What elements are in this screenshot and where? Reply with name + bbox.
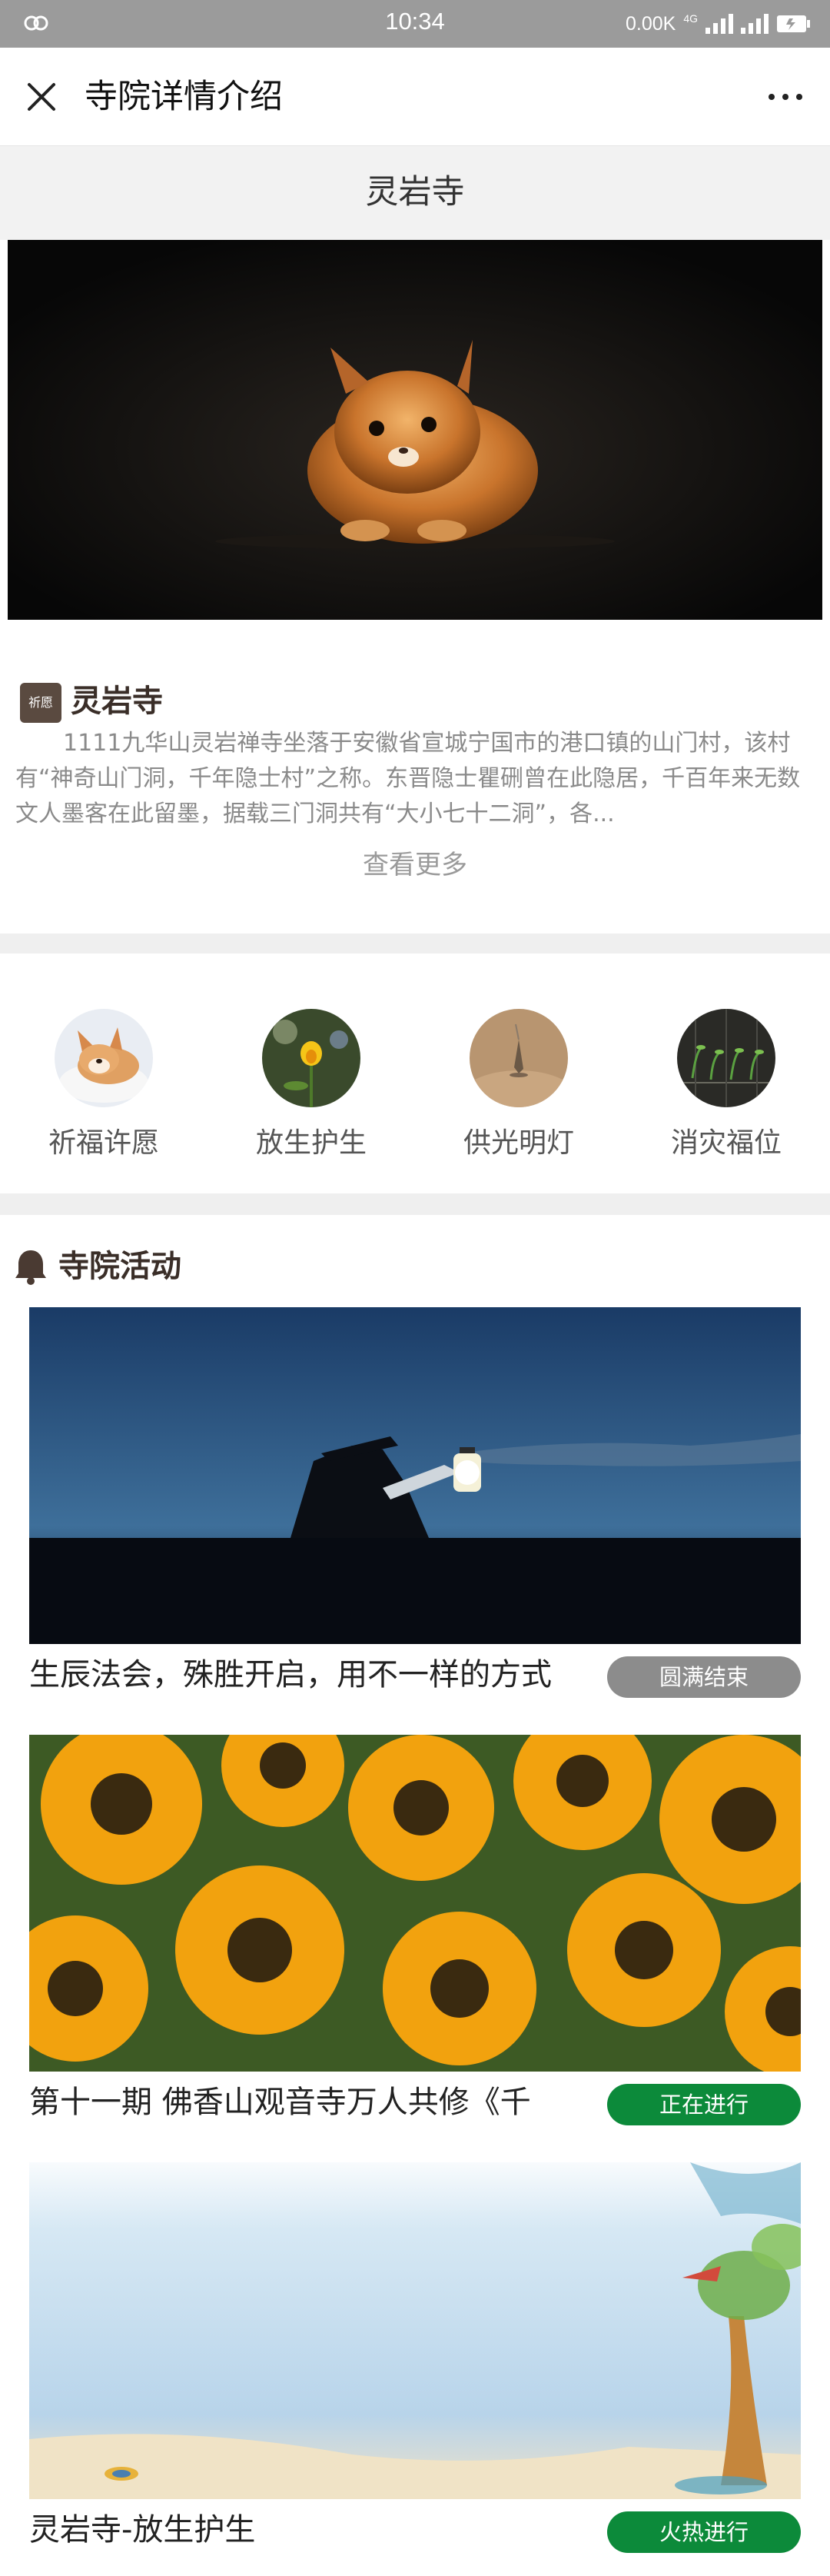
temple-intro: 祈愿 灵岩寺 1111九华山灵岩禅寺坐落于安徽省宣城宁国市的港口镇的山门村，该村… [0, 620, 830, 934]
activity-status-badge: 火热进行 [607, 2511, 801, 2553]
section-divider [0, 934, 830, 955]
network-speed: 0.00K [625, 12, 676, 35]
intro-title: 灵岩寺 [71, 684, 163, 719]
activity-title[interactable]: 第十一期 佛香山观音寺万人共修《千 [29, 2081, 606, 2124]
temple-badge: 祈愿 [20, 683, 61, 723]
feature-label: 祈福许愿 [48, 1127, 159, 1159]
feature-label: 供光明灯 [463, 1127, 574, 1159]
activities-title: 寺院活动 [58, 1249, 181, 1284]
network-type: 4G [683, 12, 698, 25]
feature-release[interactable]: 放生护生 [238, 1009, 384, 1163]
intro-text: 1111九华山灵岩禅寺坐落于安徽省宣城宁国市的港口镇的山门村，该村有“神奇山门洞… [15, 730, 801, 827]
feature-pray[interactable]: 祈福许愿 [31, 1009, 177, 1163]
feature-row: 祈福许愿 放生护生 供光明灯 消灾福位 [0, 954, 830, 1193]
banner-image [8, 240, 822, 620]
signal-icon-2 [741, 14, 769, 34]
view-more-link[interactable]: 查看更多 [0, 847, 830, 883]
bell-icon [15, 1250, 46, 1285]
close-icon[interactable] [20, 75, 63, 118]
lamp-image-icon [470, 1009, 568, 1107]
activity-title[interactable]: 生辰法会，殊胜开启，用不一样的方式 [29, 1653, 606, 1696]
more-icon[interactable] [761, 75, 810, 118]
temple-name: 灵岩寺 [365, 173, 465, 211]
status-right: 0.00K 4G [626, 9, 810, 38]
temple-header: 灵岩寺 [0, 146, 830, 240]
dog-image-icon [55, 1009, 153, 1107]
battery-icon [777, 15, 810, 32]
activity-image[interactable] [29, 2162, 801, 2499]
flower-image-icon [262, 1009, 360, 1107]
activity-image[interactable] [29, 1735, 801, 2072]
status-bar: 10:34 0.00K 4G [0, 0, 830, 48]
feature-label: 放生护生 [255, 1127, 367, 1159]
activity-title[interactable]: 灵岩寺-放生护生 [29, 2508, 606, 2551]
sprout-image-icon [677, 1009, 775, 1107]
feature-blessing[interactable]: 消灾福位 [653, 1009, 799, 1163]
activities-header: 寺院活动 [0, 1215, 830, 1300]
activity-status-badge: 圆满结束 [607, 1656, 801, 1698]
nav-bar: 寺院详情介绍 [0, 48, 830, 146]
feature-lamp[interactable]: 供光明灯 [446, 1009, 592, 1163]
feature-label: 消灾福位 [670, 1127, 782, 1159]
page-title: 寺院详情介绍 [85, 78, 283, 116]
activity-image[interactable] [29, 1307, 801, 1644]
activity-status-badge: 正在进行 [607, 2084, 801, 2125]
section-divider [0, 1193, 830, 1215]
signal-icon [706, 14, 733, 34]
